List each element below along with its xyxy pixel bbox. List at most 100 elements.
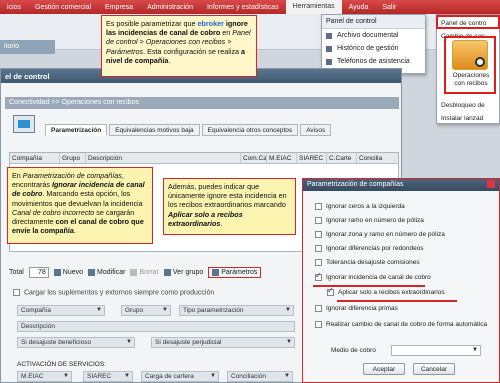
checkbox-cambio-canal[interactable] xyxy=(315,321,322,328)
option-canal-cobro[interactable]: Ignorar incidencia de canal de cobro xyxy=(315,271,431,281)
service-siarec[interactable]: SIAREC ▼ xyxy=(83,371,133,382)
view-icon xyxy=(163,268,171,276)
parametros-button[interactable]: Parámetros xyxy=(208,266,262,278)
total-label: Total xyxy=(9,268,24,276)
col-descripcion[interactable]: Descripción xyxy=(86,153,241,163)
dialog-title-bar: Parametrización de compañías xyxy=(303,179,499,191)
col-comca[interactable]: Com.Ca xyxy=(241,153,267,163)
chevron-down-icon: ▼ xyxy=(63,373,69,379)
col-compania[interactable]: Compañía xyxy=(10,153,60,163)
chevron-down-icon: ▼ xyxy=(472,347,478,353)
menu-informes[interactable]: Informes y estadísticas xyxy=(200,4,286,11)
tipo-parametrizacion-field[interactable]: Tipo parametrización ▼ xyxy=(179,305,294,316)
checkbox-extraordinarios[interactable] xyxy=(327,286,334,296)
chevron-down-icon: ▼ xyxy=(284,373,290,379)
dropdown-item-archivo[interactable]: Archivo documental xyxy=(322,29,425,42)
chevron-down-icon: ▼ xyxy=(285,307,291,313)
dropdown-item-panel-control[interactable]: Panel de control xyxy=(322,15,425,29)
delete-icon xyxy=(130,268,138,276)
option-cambio-canal[interactable]: Realizar cambio de canal de cobro de for… xyxy=(315,321,487,328)
option-ramo[interactable]: Ignorar ramo en número de póliza xyxy=(315,217,424,224)
highlight-panel-control xyxy=(436,15,500,29)
accept-button[interactable]: Aceptar xyxy=(363,363,405,375)
connectivity-icon xyxy=(13,115,35,133)
grid-header: Compañía Grupo Descripción Com.Ca M.EIAC… xyxy=(10,153,398,164)
checkbox-ceros[interactable] xyxy=(315,203,322,210)
checkbox-canal-cobro[interactable] xyxy=(315,271,322,281)
window-tab[interactable]: itorio xyxy=(0,40,55,54)
cancel-button[interactable]: Cancelar xyxy=(413,363,455,375)
desajuste-beneficioso-field[interactable]: Si desajuste beneficioso ▼ xyxy=(17,337,135,348)
checkbox-ramo[interactable] xyxy=(315,217,322,224)
option-tolerancia[interactable]: Tolerancia desajuste comisiones xyxy=(315,259,420,266)
checkbox-redondeos[interactable] xyxy=(315,245,322,252)
option-extraordinarios[interactable]: Aplicar solo a recibos extraordinarios xyxy=(327,286,445,296)
option-zona-ramo[interactable]: Ignorar zona y ramo en número de póliza xyxy=(315,231,445,238)
menu-inicios[interactable]: icios xyxy=(0,4,28,11)
chevron-down-icon: ▼ xyxy=(286,339,292,345)
col-grupo[interactable]: Grupo xyxy=(60,153,86,163)
history-icon xyxy=(326,45,332,52)
col-meiac[interactable]: M.EIAC xyxy=(267,153,297,163)
service-meiac[interactable]: M.EIAC ▼ xyxy=(17,371,72,382)
chevron-down-icon: ▼ xyxy=(210,373,216,379)
new-icon xyxy=(53,268,61,276)
menu-administracion[interactable]: Administración xyxy=(140,4,200,11)
modificar-button[interactable]: Modificar xyxy=(88,268,125,276)
medio-cobro-label: Medio de cobro xyxy=(331,347,376,354)
suplementos-checkbox[interactable] xyxy=(13,289,20,296)
tab-strip: Parametrización Equivalencias motivos ba… xyxy=(45,124,332,136)
suplementos-checkbox-row[interactable]: Cargar los suplementos y extornos siempr… xyxy=(13,289,214,296)
breadcrumb: Conectividad >> Operaciones con recibos xyxy=(5,97,399,109)
tab-parametrizacion[interactable]: Parametrización xyxy=(45,124,108,136)
herramientas-dropdown: Panel de control Archivo documental Hist… xyxy=(321,14,426,74)
service-carga-cartera[interactable]: Carga de cartera ▼ xyxy=(141,371,219,382)
dropdown-item-historico[interactable]: Histórico de gestión xyxy=(322,42,425,55)
col-ccarte[interactable]: C.Carte xyxy=(327,153,357,163)
params-icon xyxy=(212,268,220,276)
menu-salir[interactable]: Salir xyxy=(375,4,403,11)
tab-avisos[interactable]: Avisos xyxy=(300,124,332,136)
col-siarec[interactable]: SIAREC xyxy=(297,153,327,163)
medio-cobro-select[interactable]: ▼ xyxy=(391,345,481,356)
checkbox-tolerancia[interactable] xyxy=(315,259,322,266)
nuevo-button[interactable]: Nuevo xyxy=(53,268,83,276)
menu-herramientas[interactable]: Herramientas xyxy=(285,0,342,14)
chevron-down-icon: ▼ xyxy=(162,307,168,313)
borrar-button[interactable]: Borrar xyxy=(130,268,159,276)
highlight-operaciones xyxy=(444,36,496,94)
chevron-down-icon: ▼ xyxy=(96,307,102,313)
total-count: 78 xyxy=(28,266,49,278)
grid-toolbar: Total 78 Nuevo Modificar Borrar Ver grup… xyxy=(9,265,309,279)
submenu-item-instalar[interactable]: Instalar lanzad xyxy=(437,112,499,125)
callout-ignore-incidence: En Parametrización de compañías, encontr… xyxy=(7,167,153,244)
tab-equivalencias-baja[interactable]: Equivalencias motivos baja xyxy=(109,124,200,136)
descripcion-field[interactable]: Descripción xyxy=(17,321,295,332)
tab-equivalencia-conceptos[interactable]: Equivalencia otros conceptos xyxy=(201,124,299,136)
dropdown-item-telefonos[interactable]: Teléfonos de asistencia xyxy=(322,55,425,68)
option-redondeos[interactable]: Ignorar diferencias por redondeos xyxy=(315,245,424,252)
compania-field[interactable]: Compañía ▼ xyxy=(17,305,105,316)
option-diferencia-primas[interactable]: Ignorar diferencia primas xyxy=(315,305,398,312)
close-icon[interactable] xyxy=(487,180,495,188)
checkbox-zona-ramo[interactable] xyxy=(315,231,322,238)
col-concilia[interactable]: Concilia xyxy=(357,153,387,163)
menu-gestion-comercial[interactable]: Gestión comercial xyxy=(28,4,98,11)
callout-intro: Es posible parametrizar que ebroker igno… xyxy=(101,15,257,77)
menu-empresa[interactable]: Empresa xyxy=(98,4,140,11)
highlight-underline-extra xyxy=(337,300,457,302)
main-menubar: icios Gestión comercial Empresa Administ… xyxy=(0,0,500,14)
grupo-field[interactable]: Grupo ▼ xyxy=(121,305,171,316)
option-ceros[interactable]: Ignorar ceros a la izquierda xyxy=(315,203,405,210)
phone-icon xyxy=(326,58,332,65)
desajuste-perjudicial-field[interactable]: Si desajuste perjudicial ▼ xyxy=(151,337,295,348)
brand-name: ebroker xyxy=(197,19,224,28)
edit-icon xyxy=(88,268,96,276)
submenu-item-desbloqueo[interactable]: Desbloqueo de xyxy=(437,99,499,112)
menu-ayuda[interactable]: Ayuda xyxy=(342,4,376,11)
checkbox-diferencia-primas[interactable] xyxy=(315,305,322,312)
chevron-down-icon: ▼ xyxy=(124,373,130,379)
service-conciliacion[interactable]: Conciliación ▼ xyxy=(227,371,293,382)
ver-grupo-button[interactable]: Ver grupo xyxy=(163,268,203,276)
folder-icon xyxy=(326,32,332,39)
